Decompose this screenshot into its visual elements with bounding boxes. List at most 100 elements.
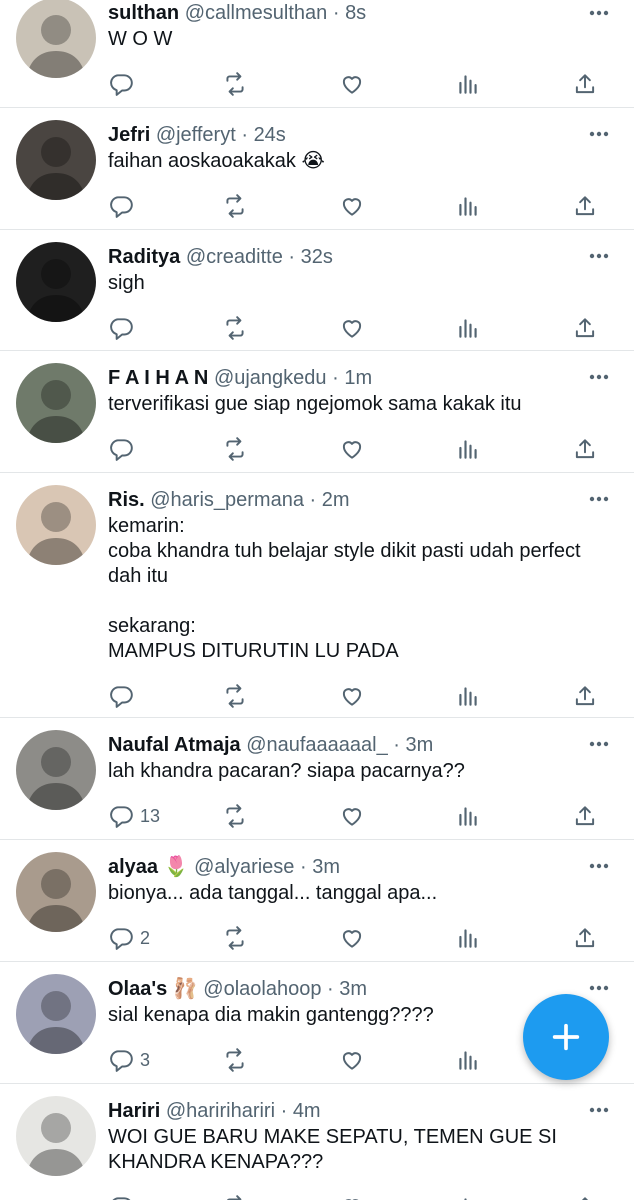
heart-icon (342, 930, 362, 948)
views-button[interactable] (455, 682, 481, 710)
more-options-icon[interactable] (586, 243, 612, 269)
like-button[interactable] (339, 314, 365, 342)
tweet[interactable]: Ris. @haris_permana · 2m kemarin: coba kh… (0, 473, 634, 718)
author-name[interactable]: alyaa 🌷 (108, 856, 189, 878)
like-button[interactable] (339, 682, 365, 710)
author-name[interactable]: Ris. (108, 489, 145, 511)
retweet-button[interactable] (222, 924, 248, 952)
author-name[interactable]: sulthan (108, 2, 179, 24)
author-name[interactable]: Hariri (108, 1100, 160, 1122)
reply-button[interactable] (108, 192, 140, 220)
timestamp[interactable]: 3m (339, 978, 367, 1000)
reply-button[interactable]: 13 (108, 802, 160, 830)
avatar[interactable] (16, 974, 96, 1054)
author-handle[interactable]: @alyariese (194, 856, 294, 878)
retweet-button[interactable] (222, 802, 248, 830)
like-button[interactable] (339, 802, 365, 830)
retweet-button[interactable] (222, 314, 248, 342)
timestamp[interactable]: 3m (312, 856, 340, 878)
share-button[interactable] (572, 70, 598, 98)
more-options-icon[interactable] (586, 975, 612, 1001)
author-name[interactable]: Raditya (108, 246, 180, 268)
timestamp[interactable]: 1m (344, 367, 372, 389)
reply-button[interactable] (108, 70, 140, 98)
like-button[interactable] (339, 70, 365, 98)
retweet-button[interactable] (222, 1193, 248, 1200)
avatar[interactable] (16, 852, 96, 932)
reply-button[interactable] (108, 1193, 140, 1200)
more-options-icon[interactable] (586, 0, 612, 26)
timestamp[interactable]: 3m (406, 734, 434, 756)
like-button[interactable] (339, 924, 365, 952)
avatar[interactable] (16, 0, 96, 78)
timestamp[interactable]: 4m (293, 1100, 321, 1122)
share-button[interactable] (572, 435, 598, 463)
views-button[interactable] (455, 1193, 481, 1200)
views-button[interactable] (455, 314, 481, 342)
more-options-icon[interactable] (586, 853, 612, 879)
avatar[interactable] (16, 363, 96, 443)
views-button[interactable] (455, 1046, 481, 1074)
share-button[interactable] (572, 1193, 598, 1200)
author-name[interactable]: Naufal Atmaja (108, 734, 241, 756)
more-options-icon[interactable] (586, 486, 612, 512)
reply-button[interactable]: 3 (108, 1046, 150, 1074)
share-button[interactable] (572, 802, 598, 830)
tweet[interactable]: Jefri @jefferyt · 24s faihan aoskaoakakak… (0, 108, 634, 230)
like-button[interactable] (339, 435, 365, 463)
more-options-icon[interactable] (586, 731, 612, 757)
timestamp[interactable]: 8s (345, 2, 366, 24)
avatar[interactable] (16, 1096, 96, 1176)
author-handle[interactable]: @haris_permana (150, 489, 304, 511)
author-name[interactable]: Jefri (108, 124, 150, 146)
tweet-header: Hariri @haririhariri · 4m (108, 1098, 584, 1124)
retweet-button[interactable] (222, 192, 248, 220)
views-button[interactable] (455, 924, 481, 952)
compose-tweet-button[interactable] (523, 994, 609, 1080)
author-name[interactable]: F A I H A N (108, 367, 208, 389)
share-button[interactable] (572, 192, 598, 220)
retweet-button[interactable] (222, 70, 248, 98)
reply-button[interactable] (108, 435, 140, 463)
avatar[interactable] (16, 730, 96, 810)
retweet-button[interactable] (222, 682, 248, 710)
avatar[interactable] (16, 120, 96, 200)
more-options-icon[interactable] (586, 364, 612, 390)
share-button[interactable] (572, 682, 598, 710)
retweet-button[interactable] (222, 435, 248, 463)
tweet[interactable]: Hariri @haririhariri · 4m WOI GUE BARU MA… (0, 1084, 634, 1200)
author-handle[interactable]: @naufaaaaaal_ (246, 734, 388, 756)
tweet[interactable]: Naufal Atmaja @naufaaaaaal_ · 3m lah khan… (0, 718, 634, 840)
views-button[interactable] (455, 802, 481, 830)
share-button[interactable] (572, 924, 598, 952)
author-handle[interactable]: @jefferyt (156, 124, 236, 146)
more-options-icon[interactable] (586, 1097, 612, 1123)
retweet-button[interactable] (222, 1046, 248, 1074)
avatar[interactable] (16, 242, 96, 322)
views-button[interactable] (455, 435, 481, 463)
share-button[interactable] (572, 314, 598, 342)
views-button[interactable] (455, 192, 481, 220)
timestamp[interactable]: 24s (254, 124, 286, 146)
more-options-icon[interactable] (586, 121, 612, 147)
views-button[interactable] (455, 70, 481, 98)
tweet[interactable]: alyaa 🌷 @alyariese · 3m bionya... ada tan… (0, 840, 634, 962)
like-button[interactable] (339, 1193, 365, 1200)
timestamp[interactable]: 2m (322, 489, 350, 511)
like-button[interactable] (339, 1046, 365, 1074)
author-handle[interactable]: @ujangkedu (214, 367, 327, 389)
like-button[interactable] (339, 192, 365, 220)
author-handle[interactable]: @callmesulthan (185, 2, 328, 24)
tweet[interactable]: sulthan @callmesulthan · 8s W O W (0, 0, 634, 108)
tweet[interactable]: F A I H A N @ujangkedu · 1m terverifikasi… (0, 351, 634, 473)
tweet[interactable]: Raditya @creaditte · 32s sigh (0, 230, 634, 351)
avatar[interactable] (16, 485, 96, 565)
author-name[interactable]: Olaa's 🩰 (108, 978, 198, 1000)
timestamp[interactable]: 32s (301, 246, 333, 268)
author-handle[interactable]: @haririhariri (166, 1100, 275, 1122)
reply-button[interactable] (108, 314, 140, 342)
author-handle[interactable]: @olaolahoop (203, 978, 321, 1000)
author-handle[interactable]: @creaditte (186, 246, 283, 268)
reply-button[interactable] (108, 682, 140, 710)
reply-button[interactable]: 2 (108, 924, 150, 952)
